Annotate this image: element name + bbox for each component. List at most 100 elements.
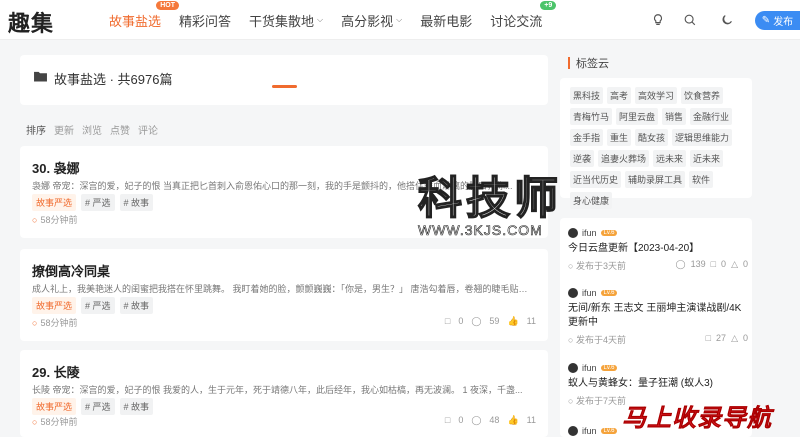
recent-time: ○ 发布于4天前: [568, 335, 626, 345]
cloud-tag[interactable]: 青梅竹马: [570, 108, 613, 125]
recent-item[interactable]: ifun Lv.6 今日云盘更新【2023-04-20】 ○ 发布于3天前 ◯ 13…: [568, 228, 748, 272]
corner-watermark: 马上收录导航: [622, 405, 772, 433]
view-count: ◯ 139: [675, 259, 706, 269]
recent-title[interactable]: 今日云盘更新【2023-04-20】: [568, 242, 748, 256]
cloud-tag[interactable]: 软件: [689, 171, 714, 188]
site-logo[interactable]: 趣集: [8, 6, 54, 38]
main-nav: 故事盐选 HOT 精彩问答 干货集散地 ⌵ 高分影视 ⌵ 最新电影 讨论交流 +…: [100, 0, 557, 40]
cloud-tag[interactable]: 远未来: [653, 150, 687, 167]
comment-count: □ 27: [705, 333, 727, 343]
sort-comments[interactable]: 评论: [138, 122, 158, 137]
pen-icon: ✎: [761, 15, 771, 26]
recent-meta: ○ 发布于3天前 ◯ 139 □ 0 △ 0: [568, 259, 748, 272]
nav-label: 最新电影: [420, 13, 473, 29]
post-time: ○ 58分钟前: [32, 316, 77, 329]
post-title[interactable]: 撩倒高冷同桌: [32, 261, 110, 280]
cloud-tag[interactable]: 身心健康: [570, 192, 613, 209]
author-name[interactable]: ifun: [582, 363, 597, 373]
nav-item-new-movies[interactable]: 最新电影: [420, 11, 472, 30]
category-tag[interactable]: 故事严选: [32, 297, 77, 314]
cloud-tag[interactable]: 近当代历史: [570, 171, 622, 188]
recent-stats: ◯ 139 □ 0 △ 0: [671, 259, 749, 272]
avatar: [568, 426, 578, 436]
tag[interactable]: # 故事: [119, 398, 154, 415]
title-underline: [272, 85, 297, 88]
search-icon[interactable]: [683, 13, 697, 27]
cloud-tag[interactable]: 近未来: [690, 150, 724, 167]
level-badge: Lv.6: [600, 365, 618, 371]
chevron-down-icon: ⌵: [396, 15, 403, 24]
avatar: [568, 288, 578, 298]
clock-icon: ○: [32, 215, 38, 225]
cloud-tag[interactable]: 高效学习: [635, 87, 678, 104]
recent-item[interactable]: ifun Lv.6 无间/新东 王志文 王丽坤主演谍战剧/4K更新中 ○ 发布于4…: [568, 288, 748, 346]
recent-author: ifun Lv.6: [568, 363, 748, 373]
nav-item-story[interactable]: 故事盐选 HOT: [109, 0, 180, 30]
like-count[interactable]: 👍 11: [507, 415, 536, 426]
publish-label: 发布: [773, 17, 794, 28]
cloud-tag[interactable]: 金融行业: [690, 108, 733, 125]
author-name[interactable]: ifun: [582, 228, 597, 238]
level-badge: Lv.6: [600, 428, 618, 434]
post-card[interactable]: 29. 长陵 长陵 帝宠：深宫的爱，妃子的恨 我爱的人，生于元年，死于靖德八年，…: [20, 350, 548, 437]
tag-cloud-list: 黑科技 高考 高效学习 饮食营养青梅竹马 阿里云盘 销售 金融行业金手指 重生 酷女孩 逻辑思维能…: [570, 87, 742, 213]
post-title[interactable]: 30. 袅娜: [32, 158, 80, 177]
recent-title[interactable]: 无间/新东 王志文 王丽坤主演谍战剧/4K更新中: [568, 302, 748, 330]
cloud-tag[interactable]: 黑科技: [570, 87, 604, 104]
tag[interactable]: # 严选: [81, 194, 115, 211]
list-title: 故事盐选 · 共6976篇: [54, 72, 173, 87]
author-name[interactable]: ifun: [582, 426, 597, 436]
nav-item-movies[interactable]: 高分影视 ⌵: [341, 11, 402, 30]
tagcloud-heading: 标签云: [568, 55, 609, 71]
recent-time: ○ 发布于3天前: [568, 261, 626, 271]
top-header: 趣集 故事盐选 HOT 精彩问答 干货集散地 ⌵ 高分影视 ⌵ 最新电影 讨论交…: [0, 0, 800, 40]
post-tags: 故事严选 # 严选 # 故事: [32, 297, 158, 314]
post-time-text: 58分钟前: [40, 215, 78, 225]
cloud-tag[interactable]: 辅助录屏工具: [625, 171, 686, 188]
nav-item-discussion[interactable]: 讨论交流 +9: [490, 0, 557, 30]
cloud-tag[interactable]: 逆袭: [570, 150, 595, 167]
sort-views[interactable]: 浏览: [82, 122, 102, 137]
post-time: ○ 58分钟前: [32, 213, 77, 226]
cloud-tag[interactable]: 重生: [607, 129, 632, 146]
folder-icon: [34, 71, 47, 82]
bulb-icon[interactable]: [651, 13, 665, 27]
cloud-tag[interactable]: 金手指: [570, 129, 604, 146]
recent-title[interactable]: 蚁人与黄蜂女：量子狂潮 (蚁人3): [568, 377, 748, 391]
post-title[interactable]: 29. 长陵: [32, 362, 80, 381]
cloud-tag[interactable]: 阿里云盘: [616, 108, 659, 125]
like-count[interactable]: 👍 11: [507, 316, 536, 327]
author-name[interactable]: ifun: [582, 288, 597, 298]
post-tags: 故事严选 # 严选 # 故事: [32, 398, 158, 415]
post-card[interactable]: 30. 袅娜 袅娜 帝宠：深宫的爱，妃子的恨 当真正把匕首刺入俞恩佑心口的那一刻…: [20, 146, 548, 238]
tag[interactable]: # 故事: [119, 297, 154, 314]
cloud-tag[interactable]: 追妻火葬场: [598, 150, 650, 167]
tag[interactable]: # 严选: [81, 398, 115, 415]
cloud-tag[interactable]: 销售: [662, 108, 687, 125]
publish-button[interactable]: ✎ 发布: [755, 11, 800, 30]
comment-count: □ 0: [444, 415, 464, 425]
chevron-down-icon: ⌵: [317, 15, 324, 24]
post-tags: 故事严选 # 严选 # 故事: [32, 194, 158, 211]
nav-item-resources[interactable]: 干货集散地 ⌵: [249, 11, 323, 30]
avatar: [568, 228, 578, 238]
category-tag[interactable]: 故事严选: [32, 398, 77, 415]
cloud-tag[interactable]: 逻辑思维能力: [672, 129, 733, 146]
cloud-tag[interactable]: 酷女孩: [635, 129, 669, 146]
view-count: ◯ 48: [471, 415, 500, 425]
tag[interactable]: # 故事: [119, 194, 154, 211]
count-badge: +9: [540, 0, 557, 10]
nav-item-qa[interactable]: 精彩问答: [179, 11, 231, 30]
cloud-tag[interactable]: 高考: [607, 87, 632, 104]
recent-author: ifun Lv.6: [568, 288, 748, 298]
comment-count: □ 0: [710, 259, 727, 269]
cloud-tag[interactable]: 饮食营养: [681, 87, 724, 104]
sort-update[interactable]: 更新: [54, 122, 74, 137]
hot-badge: HOT: [156, 0, 180, 10]
moon-icon[interactable]: [720, 13, 734, 27]
post-excerpt: 袅娜 帝宠：深宫的爱，妃子的恨 当真正把匕首刺入俞恩佑心口的那一刻，我的手是颤抖…: [32, 181, 513, 191]
post-card[interactable]: 撩倒高冷同桌 成人礼上，我美艳迷人的闺蜜把我搭在怀里跳舞。 我盯着她的脸，颤颤巍…: [20, 249, 548, 341]
category-tag[interactable]: 故事严选: [32, 194, 77, 211]
tag[interactable]: # 严选: [81, 297, 115, 314]
sort-likes[interactable]: 点赞: [110, 122, 130, 137]
